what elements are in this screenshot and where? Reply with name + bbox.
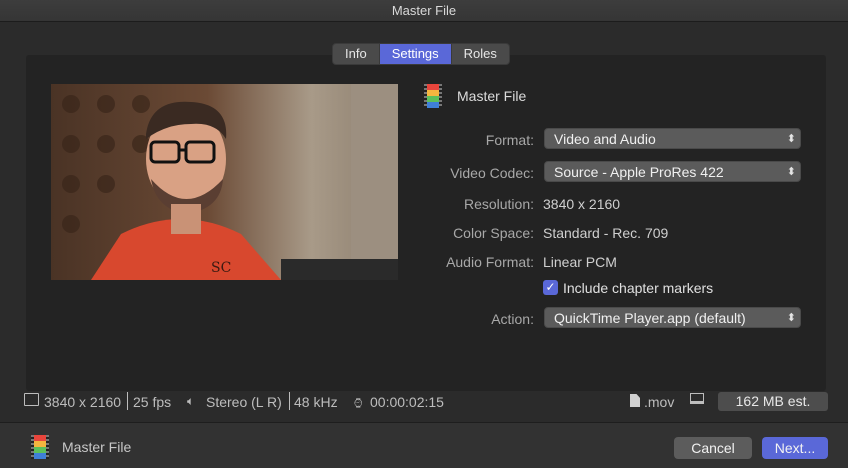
duration-icon: ⌚︎ xyxy=(352,396,366,411)
file-name: Master File xyxy=(457,88,527,104)
document-icon xyxy=(630,394,640,407)
action-value: QuickTime Player.app (default) xyxy=(554,310,746,326)
frame-size-icon xyxy=(24,393,39,406)
film-strip-icon xyxy=(31,435,49,459)
chapter-markers-label[interactable]: Include chapter markers xyxy=(563,280,713,296)
resolution-value: 3840 x 2160 xyxy=(543,196,621,212)
cancel-button[interactable]: Cancel xyxy=(674,437,752,459)
footer-file-name: Master File xyxy=(62,439,132,455)
speaker-icon: 🔈︎ xyxy=(187,394,195,408)
film-strip-icon xyxy=(424,84,442,108)
format-value: Video and Audio xyxy=(554,131,656,147)
colorspace-label: Color Space: xyxy=(453,225,534,241)
action-popup[interactable]: QuickTime Player.app (default) ⬍ xyxy=(544,307,801,328)
tab-bar: Info Settings Roles xyxy=(332,43,510,65)
status-duration: 00:00:02:15 xyxy=(370,394,444,410)
action-label: Action: xyxy=(491,311,534,327)
codec-label: Video Codec: xyxy=(450,165,534,181)
tab-info[interactable]: Info xyxy=(333,44,380,64)
chevron-updown-icon: ⬍ xyxy=(786,312,796,324)
main-area: Info Settings Roles SC Master File Forma… xyxy=(0,22,848,422)
chevron-updown-icon: ⬍ xyxy=(786,166,796,178)
resolution-label: Resolution: xyxy=(463,196,534,212)
format-label: Format: xyxy=(485,132,534,148)
status-audio: Stereo (L R) xyxy=(206,394,282,410)
audioformat-value: Linear PCM xyxy=(543,254,617,270)
status-extension: .mov xyxy=(644,394,675,410)
tab-settings[interactable]: Settings xyxy=(379,44,452,64)
svg-text:SC: SC xyxy=(211,260,231,276)
computer-icon xyxy=(690,393,704,404)
next-button[interactable]: Next... xyxy=(762,437,828,459)
colorspace-value: Standard - Rec. 709 xyxy=(543,225,669,241)
codec-value: Source - Apple ProRes 422 xyxy=(554,164,724,180)
window-title: Master File xyxy=(0,0,848,22)
preview-image: SC xyxy=(51,84,398,280)
codec-popup[interactable]: Source - Apple ProRes 422 ⬍ xyxy=(544,161,801,182)
status-resolution: 3840 x 2160 xyxy=(44,394,122,410)
status-sample-rate: 48 kHz xyxy=(294,394,338,410)
divider xyxy=(127,392,128,410)
divider xyxy=(289,392,290,410)
status-bar: 3840 x 2160 25 fps 🔈︎ Stereo (L R) 48 kH… xyxy=(0,392,848,414)
footer-bar: Master File Cancel Next... xyxy=(0,422,848,468)
chevron-updown-icon: ⬍ xyxy=(786,133,796,145)
audioformat-label: Audio Format: xyxy=(446,254,534,270)
video-preview-thumbnail: SC xyxy=(51,84,398,280)
chapter-markers-checkbox[interactable]: ✓ xyxy=(543,280,558,295)
format-popup[interactable]: Video and Audio ⬍ xyxy=(544,128,801,149)
size-estimate-badge: 162 MB est. xyxy=(718,392,828,411)
tab-roles[interactable]: Roles xyxy=(452,44,509,64)
status-fps: 25 fps xyxy=(133,394,172,410)
